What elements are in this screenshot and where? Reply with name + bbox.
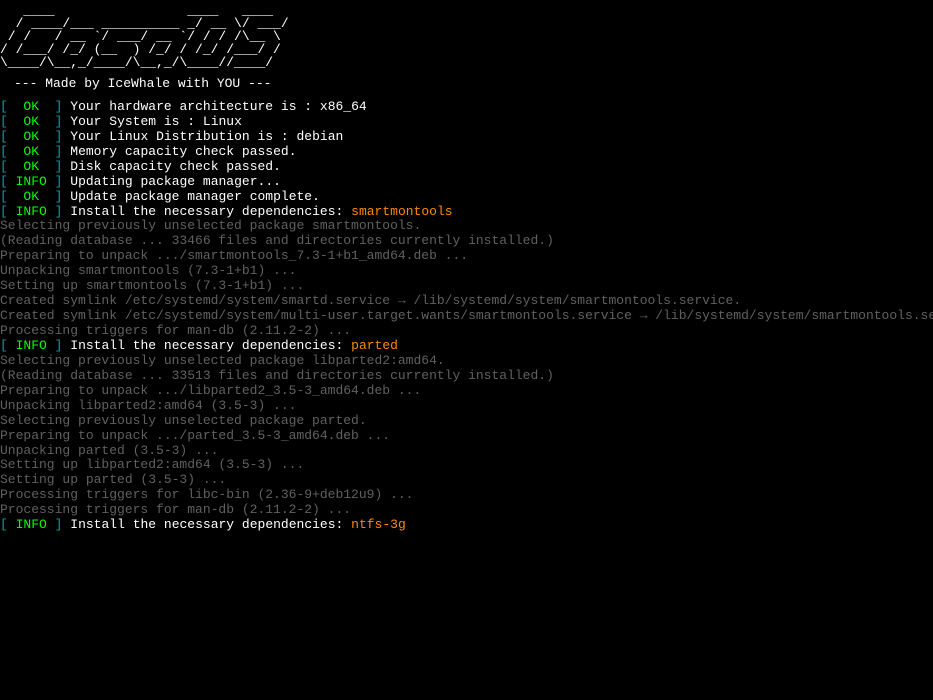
apt-output-line: Created symlink /etc/systemd/system/smar… xyxy=(0,294,933,309)
apt-output-line: Preparing to unpack .../parted_3.5-3_amd… xyxy=(0,429,933,444)
bracket-open: [ xyxy=(0,189,8,204)
apt-output-line: Processing triggers for libc-bin (2.36-9… xyxy=(0,488,933,503)
bracket-open: [ xyxy=(0,114,8,129)
status-ok: OK xyxy=(23,189,39,204)
bracket-open: [ xyxy=(0,144,8,159)
bracket-close: ] xyxy=(55,114,63,129)
bracket-close: ] xyxy=(55,174,63,189)
apt-output-parted: Selecting previously unselected package … xyxy=(0,354,933,518)
bracket-open: [ xyxy=(0,99,8,114)
status-line: [ OK ] Memory capacity check passed. xyxy=(0,145,933,160)
terminal-output: ____ ____ ____ / ____/___ __________ _/ … xyxy=(0,0,933,533)
bracket-open: [ xyxy=(0,159,8,174)
status-message: Your System is : Linux xyxy=(70,114,242,129)
package-name: parted xyxy=(351,338,398,353)
apt-output-line: Selecting previously unselected package … xyxy=(0,219,933,234)
status-message: Install the necessary dependencies: xyxy=(70,338,351,353)
apt-output-line: Unpacking libparted2:amd64 (3.5-3) ... xyxy=(0,399,933,414)
bracket-close: ] xyxy=(55,517,63,532)
apt-output-line: Processing triggers for man-db (2.11.2-2… xyxy=(0,503,933,518)
bracket-close: ] xyxy=(55,204,63,219)
apt-output-line: Processing triggers for man-db (2.11.2-2… xyxy=(0,324,933,339)
apt-output-line: Selecting previously unselected package … xyxy=(0,414,933,429)
bracket-open: [ xyxy=(0,338,8,353)
status-line: [ OK ] Your System is : Linux xyxy=(0,115,933,130)
apt-output-line: Setting up libparted2:amd64 (3.5-3) ... xyxy=(0,458,933,473)
apt-output-line: Preparing to unpack .../libparted2_3.5-3… xyxy=(0,384,933,399)
apt-output-line: Unpacking smartmontools (7.3-1+b1) ... xyxy=(0,264,933,279)
status-line-ntfs: [ INFO ] Install the necessary dependenc… xyxy=(0,518,933,533)
status-line: [ INFO ] Install the necessary dependenc… xyxy=(0,339,933,354)
status-message: Install the necessary dependencies: xyxy=(70,517,351,532)
apt-output-line: Selecting previously unselected package … xyxy=(0,354,933,369)
status-ok: OK xyxy=(23,114,39,129)
apt-output-line: (Reading database ... 33513 files and di… xyxy=(0,369,933,384)
status-line: [ INFO ] Updating package manager... xyxy=(0,175,933,190)
status-info: INFO xyxy=(16,338,47,353)
status-message: Updating package manager... xyxy=(70,174,281,189)
status-line: [ OK ] Update package manager complete. xyxy=(0,190,933,205)
status-message: Update package manager complete. xyxy=(70,189,320,204)
apt-output-line: Setting up smartmontools (7.3-1+b1) ... xyxy=(0,279,933,294)
apt-output-line: Preparing to unpack .../smartmontools_7.… xyxy=(0,249,933,264)
package-name: smartmontools xyxy=(351,204,452,219)
bracket-open: [ xyxy=(0,129,8,144)
bracket-close: ] xyxy=(55,144,63,159)
bracket-open: [ xyxy=(0,174,8,189)
status-ok: OK xyxy=(23,159,39,174)
status-lines: [ OK ] Your hardware architecture is : x… xyxy=(0,100,933,220)
status-line: [ OK ] Your Linux Distribution is : debi… xyxy=(0,130,933,145)
status-info: INFO xyxy=(16,174,47,189)
tagline: --- Made by IceWhale with YOU --- xyxy=(14,77,933,92)
status-line: [ INFO ] Install the necessary dependenc… xyxy=(0,205,933,220)
bracket-close: ] xyxy=(55,189,63,204)
status-info: INFO xyxy=(16,517,47,532)
apt-output-smartmontools: Selecting previously unselected package … xyxy=(0,219,933,339)
package-name: ntfs-3g xyxy=(351,517,406,532)
status-ok: OK xyxy=(23,144,39,159)
status-info: INFO xyxy=(16,204,47,219)
status-line: [ OK ] Disk capacity check passed. xyxy=(0,160,933,175)
bracket-close: ] xyxy=(55,99,63,114)
apt-output-line: Unpacking parted (3.5-3) ... xyxy=(0,444,933,459)
bracket-close: ] xyxy=(55,129,63,144)
status-message: Your Linux Distribution is : debian xyxy=(70,129,343,144)
bracket-close: ] xyxy=(55,338,63,353)
status-message: Install the necessary dependencies: xyxy=(70,204,351,219)
apt-output-line: Setting up parted (3.5-3) ... xyxy=(0,473,933,488)
bracket-open: [ xyxy=(0,517,8,532)
status-line: [ INFO ] Install the necessary dependenc… xyxy=(0,518,933,533)
apt-output-line: Created symlink /etc/systemd/system/mult… xyxy=(0,309,933,324)
status-line: [ OK ] Your hardware architecture is : x… xyxy=(0,100,933,115)
status-message: Disk capacity check passed. xyxy=(70,159,281,174)
status-message: Your hardware architecture is : x86_64 xyxy=(70,99,366,114)
apt-output-line: (Reading database ... 33466 files and di… xyxy=(0,234,933,249)
status-message: Memory capacity check passed. xyxy=(70,144,296,159)
status-ok: OK xyxy=(23,99,39,114)
bracket-close: ] xyxy=(55,159,63,174)
status-line-parted: [ INFO ] Install the necessary dependenc… xyxy=(0,339,933,354)
status-ok: OK xyxy=(23,129,39,144)
ascii-logo: ____ ____ ____ / ____/___ __________ _/ … xyxy=(0,4,933,69)
bracket-open: [ xyxy=(0,204,8,219)
